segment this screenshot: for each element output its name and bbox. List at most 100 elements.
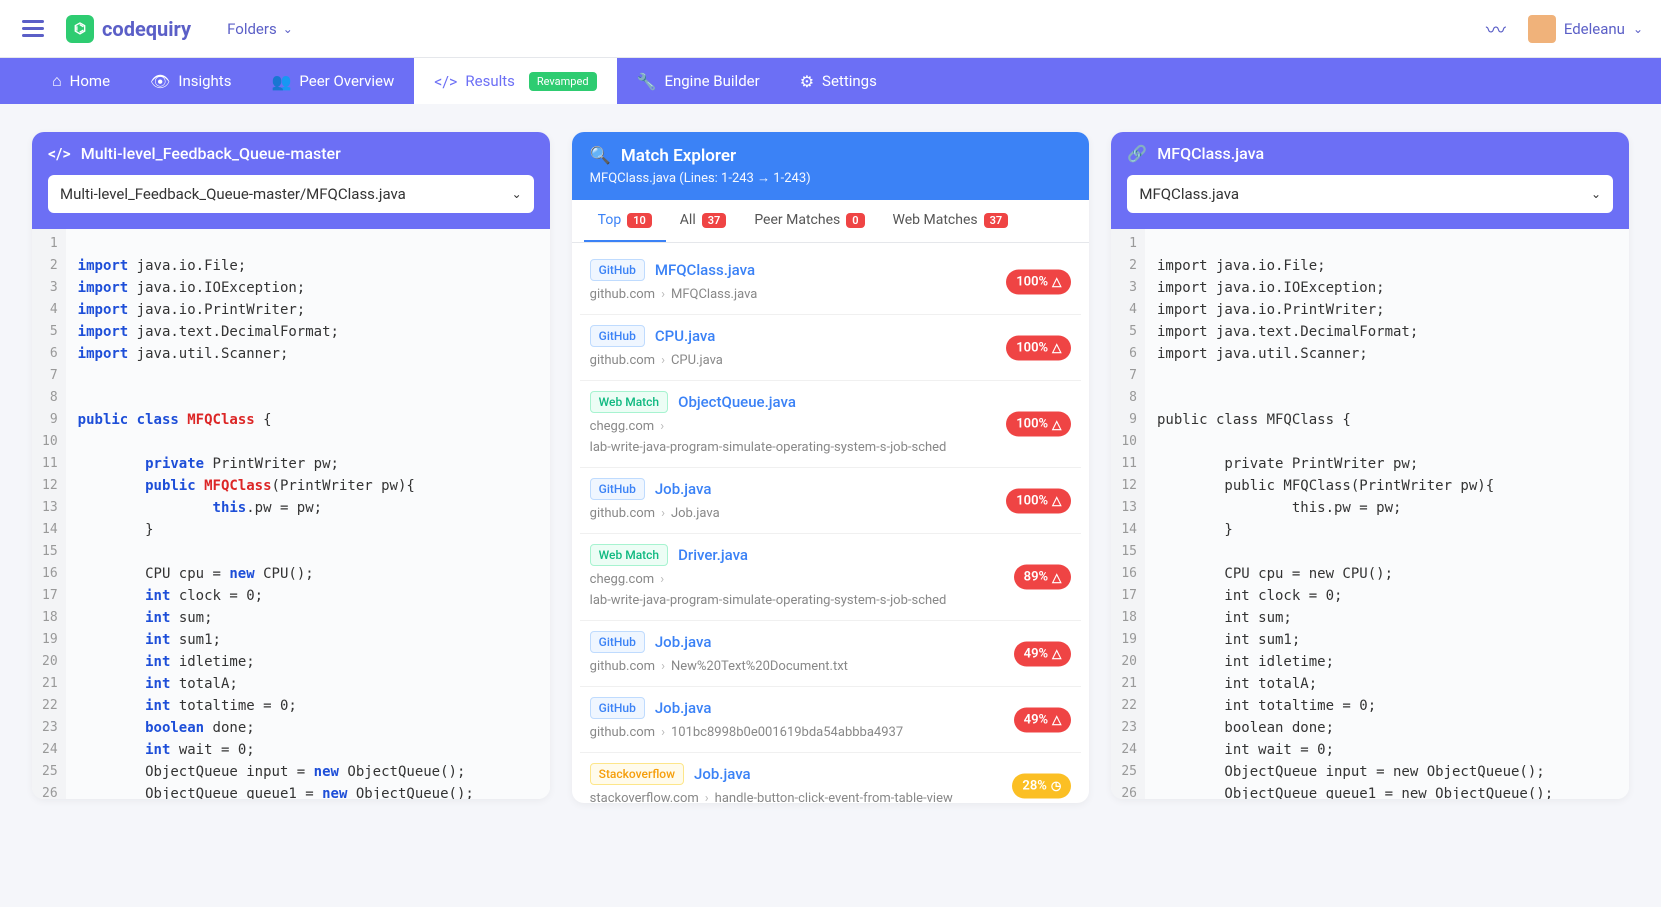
- right-panel: 🔗 MFQClass.java MFQClass.java ⌄ 123456789…: [1111, 132, 1629, 799]
- match-percent-badge: 49% △: [1014, 641, 1072, 666]
- match-percent-badge: 28% ◷: [1012, 773, 1071, 798]
- warning-icon: △: [1052, 341, 1061, 355]
- match-file-name: Job.java: [694, 765, 751, 783]
- nav-results[interactable]: </>ResultsRevamped: [414, 58, 616, 104]
- chevron-down-icon: ⌄: [512, 187, 522, 201]
- match-file-name: Job.java: [655, 699, 712, 717]
- right-code-body: import java.io.File;import java.io.IOExc…: [1145, 229, 1629, 799]
- match-path: github.com›CPU.java: [590, 353, 1072, 368]
- match-path: github.com›Job.java: [590, 506, 1072, 521]
- left-code-view[interactable]: 1234567891011121314151617181920212223242…: [32, 229, 550, 799]
- tab-web-matches[interactable]: Web Matches37: [879, 200, 1023, 242]
- revamped-badge: Revamped: [529, 72, 597, 91]
- wrench-icon: 🔧: [637, 72, 657, 91]
- right-code-view[interactable]: 1234567891011121314151617181920212223242…: [1111, 229, 1629, 799]
- match-path: chegg.com›lab-write-java-program-simulat…: [590, 572, 1072, 608]
- username: Edeleanu: [1564, 20, 1625, 38]
- match-item[interactable]: Stackoverflow Job.java stackoverflow.com›h…: [580, 753, 1082, 803]
- right-selected-file: MFQClass.java: [1139, 185, 1239, 203]
- right-panel-header: 🔗 MFQClass.java MFQClass.java ⌄: [1111, 132, 1629, 229]
- left-file-select[interactable]: Multi-level_Feedback_Queue-master/MFQCla…: [48, 175, 534, 213]
- navbar: ⌂Home 👁Insights 👥Peer Overview </>Result…: [0, 58, 1661, 104]
- folders-dropdown[interactable]: Folders ⌄: [227, 20, 293, 38]
- match-path: github.com›MFQClass.java: [590, 287, 1072, 302]
- tab-all[interactable]: All37: [666, 200, 741, 242]
- match-percent-badge: 100% △: [1006, 488, 1071, 513]
- match-file-name: MFQClass.java: [655, 261, 755, 279]
- chevron-down-icon: ⌄: [1633, 22, 1643, 36]
- match-item[interactable]: Web Match ObjectQueue.java chegg.com›lab-w…: [580, 381, 1082, 468]
- clock-icon: ◷: [1051, 779, 1061, 793]
- content: </> Multi-level_Feedback_Queue-master Mul…: [0, 104, 1661, 831]
- match-percent-badge: 49% △: [1014, 707, 1072, 732]
- left-code-body: import java.io.File;import java.io.IOExc…: [66, 229, 550, 799]
- user-dropdown[interactable]: Edeleanu ⌄: [1528, 15, 1643, 43]
- match-percent-badge: 100% △: [1006, 412, 1071, 437]
- code-icon: </>: [434, 72, 457, 91]
- match-path: chegg.com›lab-write-java-program-simulat…: [590, 419, 1072, 455]
- nav-engine-builder[interactable]: 🔧Engine Builder: [617, 58, 780, 104]
- nav-home[interactable]: ⌂Home: [32, 58, 130, 104]
- match-item[interactable]: GitHub Job.java github.com›New%20Text%20Do…: [580, 621, 1082, 687]
- avatar: [1528, 15, 1556, 43]
- warning-icon: △: [1052, 570, 1061, 584]
- topbar: ⌬ codequiry Folders ⌄ 〰 Edeleanu ⌄: [0, 0, 1661, 58]
- warning-icon: △: [1052, 417, 1061, 431]
- nav-peer-overview[interactable]: 👥Peer Overview: [251, 58, 414, 104]
- match-path: github.com›New%20Text%20Document.txt: [590, 659, 1072, 674]
- match-file-name: ObjectQueue.java: [678, 393, 796, 411]
- logo[interactable]: ⌬ codequiry: [66, 15, 191, 43]
- topbar-right: 〰 Edeleanu ⌄: [1486, 14, 1643, 43]
- tab-peer-matches[interactable]: Peer Matches0: [740, 200, 878, 242]
- match-path: stackoverflow.com›handle-button-click-ev…: [590, 791, 1072, 803]
- match-percent-badge: 100% △: [1006, 335, 1071, 360]
- right-file-select[interactable]: MFQClass.java ⌄: [1127, 175, 1613, 213]
- left-gutter: 1234567891011121314151617181920212223242…: [32, 229, 66, 799]
- match-explorer-header: 🔍Match Explorer MFQClass.java (Lines: 1-…: [572, 132, 1090, 200]
- source-tag: GitHub: [590, 325, 645, 347]
- match-item[interactable]: GitHubJob.javagithub.com›Job.java100% △: [580, 468, 1082, 534]
- people-icon: 👥: [271, 72, 291, 91]
- match-file-name: Driver.java: [678, 546, 748, 564]
- match-list[interactable]: GitHub MFQClass.java github.com›MFQClass.j…: [572, 243, 1090, 803]
- hamburger-menu-button[interactable]: [18, 16, 48, 41]
- match-percent-badge: 89% △: [1014, 565, 1072, 590]
- code-icon: </>: [48, 144, 71, 163]
- warning-icon: △: [1052, 275, 1061, 289]
- left-panel: </> Multi-level_Feedback_Queue-master Mul…: [32, 132, 550, 799]
- match-explorer-panel: 🔍Match Explorer MFQClass.java (Lines: 1-…: [572, 132, 1090, 803]
- chevron-down-icon: ⌄: [1591, 187, 1601, 201]
- match-item[interactable]: Web Match Driver.java chegg.com›lab-write-…: [580, 534, 1082, 621]
- source-tag: GitHub: [590, 697, 645, 719]
- left-title: Multi-level_Feedback_Queue-master: [81, 144, 341, 163]
- match-path: github.com›101bc8998b0e001619bda54abbba4…: [590, 725, 1072, 740]
- folders-label: Folders: [227, 20, 277, 38]
- match-tabs: Top10 All37 Peer Matches0 Web Matches37: [572, 200, 1090, 243]
- tab-top[interactable]: Top10: [584, 200, 666, 242]
- match-file-name: Job.java: [655, 633, 712, 651]
- chevron-down-icon: ⌄: [283, 22, 293, 36]
- nav-insights[interactable]: 👁Insights: [130, 58, 251, 104]
- match-percent-badge: 100% △: [1006, 269, 1071, 294]
- source-tag: GitHub: [590, 259, 645, 281]
- link-icon: 🔗: [1127, 144, 1147, 163]
- match-item[interactable]: GitHubCPU.javagithub.com›CPU.java100% △: [580, 315, 1082, 381]
- eye-icon: 👁: [150, 72, 170, 91]
- source-tag: Web Match: [590, 544, 668, 566]
- activity-icon[interactable]: 〰: [1486, 14, 1506, 43]
- warning-icon: △: [1052, 713, 1061, 727]
- home-icon: ⌂: [52, 71, 62, 91]
- right-title: MFQClass.java: [1157, 144, 1264, 163]
- source-tag: Web Match: [590, 391, 668, 413]
- logo-icon: ⌬: [66, 15, 94, 43]
- source-tag: GitHub: [590, 631, 645, 653]
- source-tag: GitHub: [590, 478, 645, 500]
- source-tag: Stackoverflow: [590, 763, 684, 785]
- match-item[interactable]: GitHub MFQClass.java github.com›MFQClass.j…: [580, 249, 1082, 315]
- right-gutter: 1234567891011121314151617181920212223242…: [1111, 229, 1145, 799]
- logo-text: codequiry: [102, 17, 191, 41]
- nav-settings[interactable]: ⚙Settings: [780, 58, 897, 104]
- match-item[interactable]: GitHub Job.java github.com›101bc8998b0e001…: [580, 687, 1082, 753]
- left-selected-file: Multi-level_Feedback_Queue-master/MFQCla…: [60, 185, 406, 203]
- gear-icon: ⚙: [800, 72, 814, 91]
